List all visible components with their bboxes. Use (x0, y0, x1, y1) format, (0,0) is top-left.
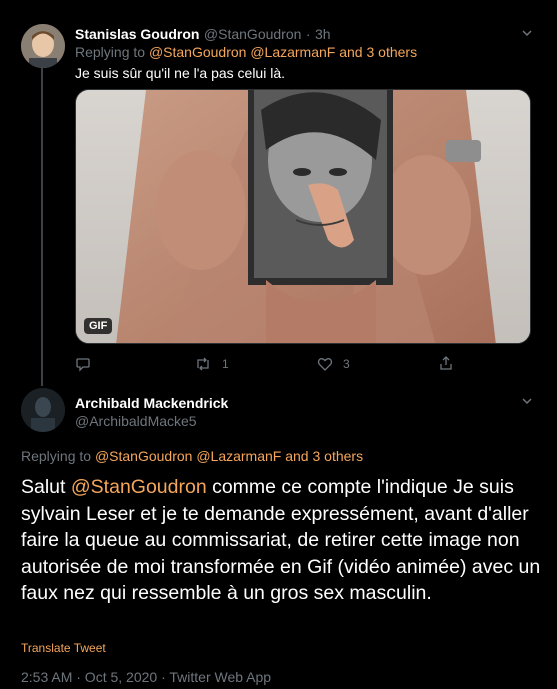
main-author-handle[interactable]: @ArchibaldMacke5 (75, 413, 197, 429)
gif-badge: GIF (84, 318, 113, 334)
like-button[interactable]: 3 (317, 356, 350, 372)
retweet-count: 1 (222, 357, 229, 371)
replying-to-label: Replying to (21, 448, 92, 464)
media-image (76, 90, 530, 343)
share-icon (440, 356, 452, 370)
reply-text: Je suis sûr qu'il ne l'a pas celui là. (75, 65, 286, 81)
main-replying-to: Replying to @StanGoudron @LazarmanF and … (21, 448, 363, 464)
share-button[interactable] (438, 355, 454, 371)
replying-to: Replying to @StanGoudron @LazarmanF and … (75, 44, 417, 60)
replying-to-label: Replying to (75, 44, 146, 60)
reply-timestamp[interactable]: 3h (315, 26, 331, 42)
dot-separator: · (305, 26, 311, 42)
chevron-down-icon[interactable] (520, 394, 534, 411)
comment-icon (76, 358, 90, 372)
like-count: 3 (343, 357, 350, 371)
reply-header: Stanislas Goudron @StanGoudron · 3h (75, 26, 515, 44)
translate-tweet-link[interactable]: Translate Tweet (21, 641, 106, 655)
main-tweet-text: Salut @StanGoudron comme ce compte l'ind… (21, 474, 541, 607)
reply-button[interactable] (75, 356, 91, 372)
reply-author-handle[interactable]: @StanGoudron (204, 26, 302, 42)
mention-link[interactable]: @StanGoudron (71, 476, 207, 498)
replying-to-users[interactable]: @StanGoudron @LazarmanF and 3 others (149, 44, 417, 60)
tweet-metadata[interactable]: 2:53 AM · Oct 5, 2020 · Twitter Web App (21, 669, 271, 685)
avatar[interactable] (21, 388, 65, 432)
retweet-icon (197, 357, 209, 371)
main-author-name[interactable]: Archibald Mackendrick (75, 395, 228, 411)
thread-line (41, 68, 43, 386)
chevron-down-icon[interactable] (520, 26, 534, 43)
text-before: Salut (21, 476, 71, 498)
reply-author-name[interactable]: Stanislas Goudron (75, 26, 199, 42)
tweet-media[interactable]: GIF (75, 89, 531, 344)
retweet-button[interactable]: 1 (194, 356, 229, 372)
heart-icon (317, 358, 333, 371)
replying-to-users[interactable]: @StanGoudron @LazarmanF and 3 others (95, 448, 363, 464)
avatar[interactable] (21, 24, 65, 68)
